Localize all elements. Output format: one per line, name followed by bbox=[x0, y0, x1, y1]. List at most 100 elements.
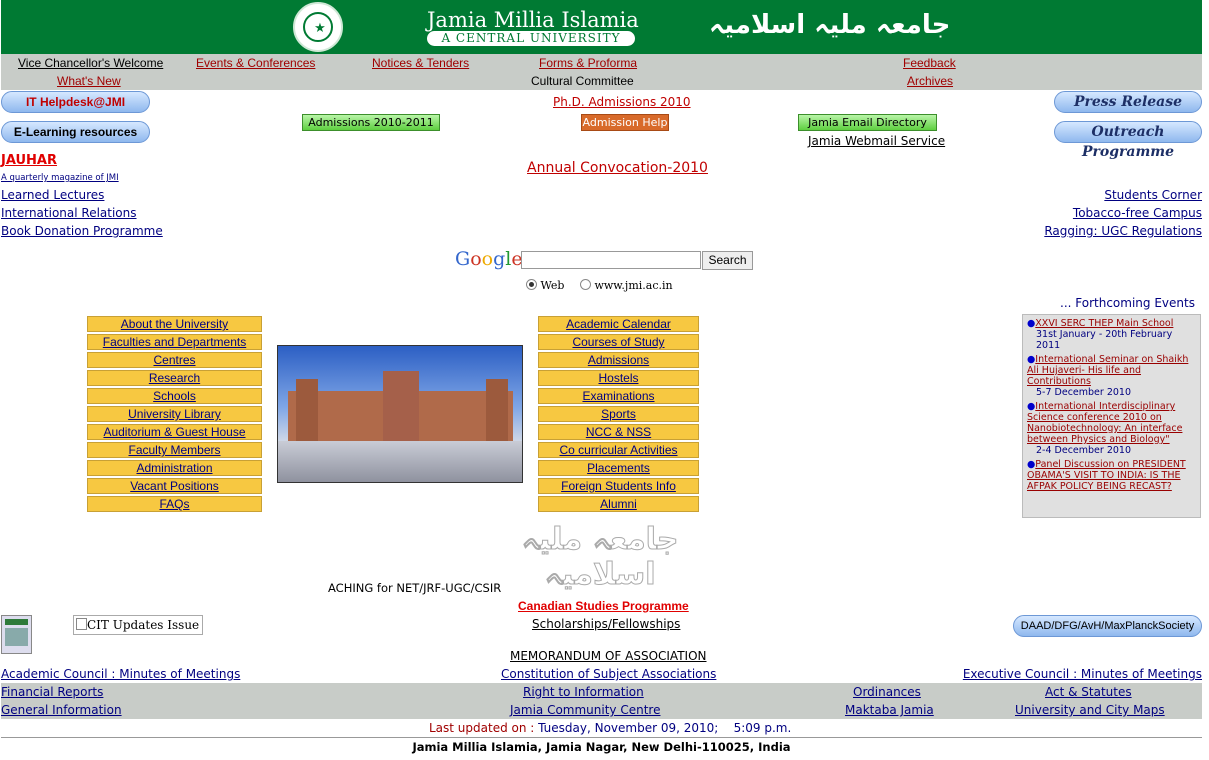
last-updated: Last updated on : Tuesday, November 09, … bbox=[429, 721, 791, 735]
nav-events[interactable]: Events & Conferences bbox=[196, 56, 315, 70]
right-menu-item[interactable]: Academic Calendar bbox=[538, 316, 699, 332]
radio-web[interactable] bbox=[526, 279, 537, 290]
convocation-link[interactable]: Annual Convocation-2010 bbox=[527, 160, 708, 176]
right-menu-item[interactable]: Examinations bbox=[538, 388, 699, 404]
event-link[interactable]: Panel Discussion on PRESIDENT OBAMA'S VI… bbox=[1027, 459, 1186, 492]
event-date: 5-7 December 2010 bbox=[1036, 387, 1131, 398]
right-menu-item[interactable]: Foreign Students Info bbox=[538, 478, 699, 494]
campus-photo bbox=[277, 345, 523, 483]
search-input[interactable] bbox=[521, 251, 701, 269]
site-header: ★ Jamia Millia Islamia A CENTRAL UNIVERS… bbox=[1, 0, 1202, 54]
left-menu-item[interactable]: Vacant Positions bbox=[87, 478, 262, 494]
left-menu-item[interactable]: Centres bbox=[87, 352, 262, 368]
left-menu-item[interactable]: Administration bbox=[87, 460, 262, 476]
event-link[interactable]: International Seminar on Shaikh Ali Huja… bbox=[1027, 354, 1188, 387]
site-subtitle: A CENTRAL UNIVERSITY bbox=[427, 31, 635, 46]
event-item: ●International Interdisciplinary Science… bbox=[1027, 401, 1196, 456]
constitution-link[interactable]: Constitution of Subject Associations bbox=[501, 667, 716, 681]
nav-archives[interactable]: Archives bbox=[907, 74, 953, 88]
left-menu-item[interactable]: University Library bbox=[87, 406, 262, 422]
broken-image-icon bbox=[76, 618, 87, 630]
events-panel[interactable]: ●XXVI SERC THEP Main School 31st January … bbox=[1022, 314, 1201, 518]
scholarships-link[interactable]: Scholarships/Fellowships bbox=[532, 617, 680, 631]
right-menu-item[interactable]: Sports bbox=[538, 406, 699, 422]
radio-web-label: Web bbox=[540, 279, 565, 292]
admission-help-button[interactable]: Admission Help bbox=[581, 114, 669, 131]
right-menu-item[interactable]: Admissions bbox=[538, 352, 699, 368]
left-menu-item[interactable]: FAQs bbox=[87, 496, 262, 512]
press-release-button[interactable]: Press Release bbox=[1054, 91, 1202, 113]
site-title: Jamia Millia Islamia bbox=[427, 8, 639, 32]
right-menu-item[interactable]: Courses of Study bbox=[538, 334, 699, 350]
left-menu-item[interactable]: Faculties and Departments bbox=[87, 334, 262, 350]
left-menu-item[interactable]: Schools bbox=[87, 388, 262, 404]
site-title-urdu: جامعہ ملیہ اسلامیہ bbox=[709, 10, 951, 40]
search-button[interactable]: Search bbox=[702, 251, 753, 270]
cit-updates-alt: CIT Updates Issue bbox=[87, 618, 200, 632]
admissions-2010-button[interactable]: Admissions 2010-2011 bbox=[302, 114, 440, 131]
it-helpdesk-button[interactable]: IT Helpdesk@JMI bbox=[1, 91, 150, 113]
jauhar-subtitle[interactable]: A quarterly magazine of JMI bbox=[1, 173, 119, 183]
right-menu-item[interactable]: Co curricular Activities bbox=[538, 442, 699, 458]
nav-cultural-committee[interactable]: Cultural Committee bbox=[531, 74, 634, 88]
learned-lectures-link[interactable]: Learned Lectures bbox=[1, 188, 104, 202]
footer-divider bbox=[1, 737, 1202, 738]
urdu-watermark: جامعہ ملیہ اسلامیہ bbox=[521, 522, 679, 593]
canadian-studies-link[interactable]: Canadian Studies Programme bbox=[518, 599, 689, 613]
last-updated-label: Last updated on : bbox=[429, 721, 535, 735]
academic-council-link[interactable]: Academic Council : Minutes of Meetings bbox=[1, 667, 240, 681]
webmail-link[interactable]: Jamia Webmail Service bbox=[808, 134, 945, 148]
address: Jamia Millia Islamia, Jamia Nagar, New D… bbox=[412, 740, 791, 754]
right-menu-item[interactable]: Alumni bbox=[538, 496, 699, 512]
left-menu-item[interactable]: Faculty Members bbox=[87, 442, 262, 458]
top-navigation: Vice Chancellor's Welcome Events & Confe… bbox=[1, 54, 1202, 90]
phd-admissions-link[interactable]: Ph.D. Admissions 2010 bbox=[553, 95, 691, 109]
executive-council-link[interactable]: Executive Council : Minutes of Meetings bbox=[963, 667, 1202, 681]
event-link[interactable]: XXVI SERC THEP Main School bbox=[1035, 318, 1173, 329]
nav-notices[interactable]: Notices & Tenders bbox=[372, 56, 469, 70]
last-updated-value: Tuesday, November 09, 2010; 5:09 p.m. bbox=[538, 721, 792, 735]
book-donation-link[interactable]: Book Donation Programme bbox=[1, 224, 163, 238]
event-item: ●Panel Discussion on PRESIDENT OBAMA'S V… bbox=[1027, 459, 1186, 492]
community-centre-link[interactable]: Jamia Community Centre bbox=[510, 703, 660, 717]
jauhar-link[interactable]: JAUHAR bbox=[1, 153, 57, 168]
email-directory-button[interactable]: Jamia Email Directory bbox=[798, 114, 937, 131]
right-menu-item[interactable]: NCC & NSS bbox=[538, 424, 699, 440]
nav-vc-welcome[interactable]: Vice Chancellor's Welcome bbox=[18, 56, 163, 70]
nav-feedback[interactable]: Feedback bbox=[903, 56, 956, 70]
right-menu-item[interactable]: Hostels bbox=[538, 370, 699, 386]
google-logo: Google bbox=[455, 248, 523, 270]
news-marquee[interactable]: ACHING for NET/JRF-UGC/CSIR bbox=[328, 581, 501, 595]
right-menu-item[interactable]: Placements bbox=[538, 460, 699, 476]
left-menu-item[interactable]: Research bbox=[87, 370, 262, 386]
outreach-button[interactable]: Outreach Programme bbox=[1054, 121, 1202, 160]
ragging-link[interactable]: Ragging: UGC Regulations bbox=[1044, 224, 1202, 238]
rti-link[interactable]: Right to Information bbox=[523, 685, 644, 699]
general-information-link[interactable]: General Information bbox=[1, 703, 122, 717]
daad-button[interactable]: DAAD/DFG/AvH/MaxPlanckSociety bbox=[1013, 615, 1202, 637]
event-date: 31st January - 20th February 2011 bbox=[1036, 329, 1173, 351]
radio-site[interactable] bbox=[579, 279, 591, 290]
nav-whats-new[interactable]: What's New bbox=[57, 74, 121, 88]
elearning-button[interactable]: E-Learning resources bbox=[1, 121, 150, 143]
international-relations-link[interactable]: International Relations bbox=[1, 206, 137, 220]
event-date: 2-4 December 2010 bbox=[1036, 445, 1131, 456]
event-link[interactable]: International Interdisciplinary Science … bbox=[1027, 401, 1182, 445]
search-scope: Web www.jmi.ac.in bbox=[526, 278, 673, 292]
city-maps-link[interactable]: University and City Maps bbox=[1015, 703, 1165, 717]
maktaba-jamia-link[interactable]: Maktaba Jamia bbox=[845, 703, 934, 717]
event-item: ●XXVI SERC THEP Main School 31st January … bbox=[1027, 318, 1196, 351]
radio-site-label: www.jmi.ac.in bbox=[594, 279, 673, 292]
ordinances-link[interactable]: Ordinances bbox=[853, 685, 921, 699]
tobacco-free-link[interactable]: Tobacco-free Campus bbox=[1073, 206, 1202, 220]
nav-forms[interactable]: Forms & Proforma bbox=[539, 56, 637, 70]
left-menu-item[interactable]: About the University bbox=[87, 316, 262, 332]
financial-reports-link[interactable]: Financial Reports bbox=[1, 685, 103, 699]
act-statutes-link[interactable]: Act & Statutes bbox=[1045, 685, 1132, 699]
university-seal-icon: ★ bbox=[293, 2, 343, 52]
students-corner-link[interactable]: Students Corner bbox=[1104, 188, 1202, 202]
newsletter-thumbnail[interactable] bbox=[1, 615, 32, 654]
memorandum-link[interactable]: MEMORANDUM OF ASSOCIATION bbox=[510, 649, 707, 663]
left-menu-item[interactable]: Auditorium & Guest House bbox=[87, 424, 262, 440]
cit-updates-image[interactable]: CIT Updates Issue bbox=[73, 615, 203, 635]
